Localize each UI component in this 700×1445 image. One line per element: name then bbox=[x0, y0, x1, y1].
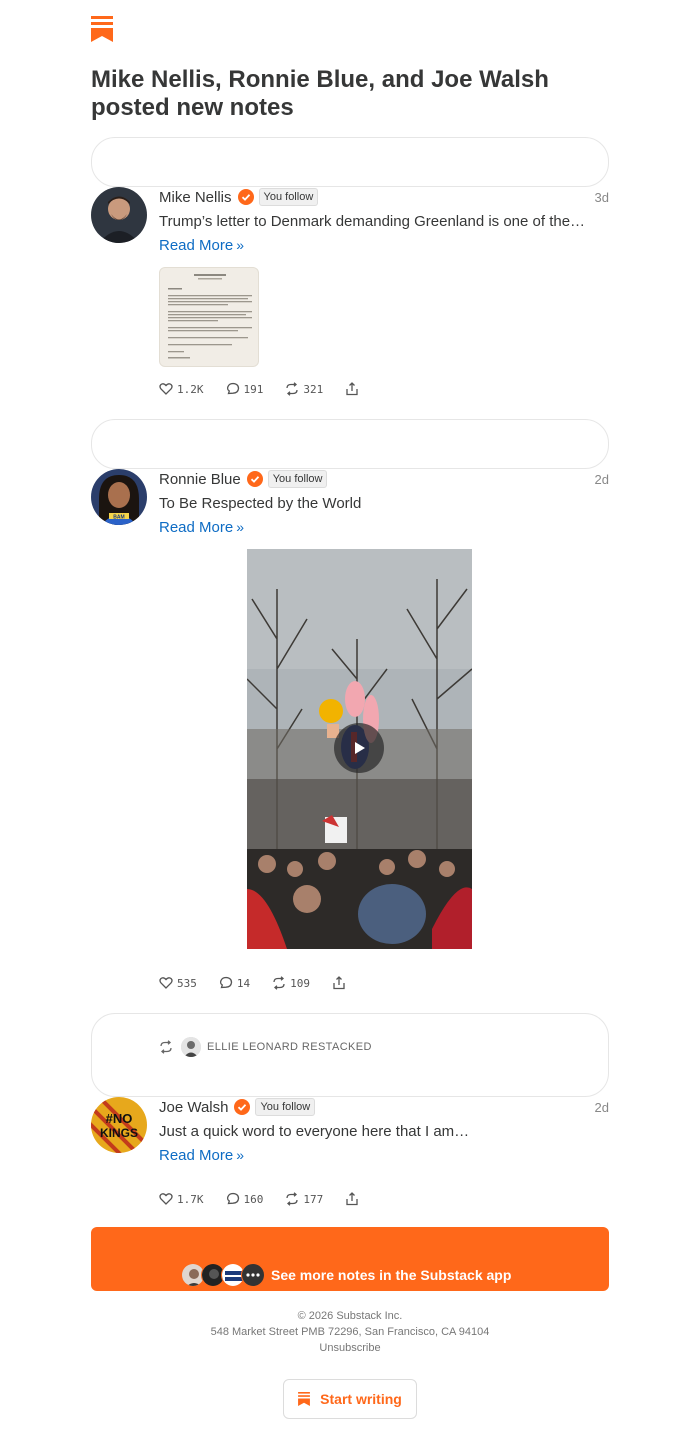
cta-content: See more notes in the Substack app bbox=[181, 1263, 511, 1287]
double-chevron-right-icon: » bbox=[236, 237, 244, 253]
read-more-label: Read More bbox=[159, 519, 234, 536]
verified-check-icon bbox=[234, 1099, 251, 1115]
svg-text:KINGS: KINGS bbox=[100, 1126, 138, 1140]
follow-badge: You follow bbox=[255, 1098, 316, 1116]
avatar-mike-nellis[interactable] bbox=[91, 187, 147, 243]
avatar-ronnie-blue[interactable]: BAM bbox=[91, 469, 147, 525]
comment-count: 14 bbox=[236, 976, 251, 990]
avatar-ellie-leonard[interactable] bbox=[181, 1037, 201, 1057]
svg-text:#NO: #NO bbox=[106, 1111, 133, 1126]
start-writing-button[interactable]: Start writing bbox=[283, 1379, 417, 1419]
footer-copyright: © 2026 Substack Inc. bbox=[297, 1310, 403, 1322]
video-thumbnail[interactable] bbox=[247, 549, 472, 949]
restack-button[interactable]: 109 bbox=[272, 976, 310, 990]
like-button[interactable]: 1.7K bbox=[159, 1192, 204, 1206]
note-actions: 1.7K 160 177 bbox=[159, 1192, 385, 1206]
like-count: 1.7K bbox=[177, 1192, 204, 1206]
footer-address: 548 Market Street PMB 72296, San Francis… bbox=[210, 1326, 490, 1338]
letter-document-thumbnail[interactable] bbox=[159, 267, 259, 367]
restack-icon bbox=[286, 1192, 299, 1206]
comment-button[interactable]: 191 bbox=[226, 382, 264, 396]
share-icon bbox=[333, 976, 345, 990]
substack-logo-icon bbox=[91, 16, 113, 42]
comment-icon bbox=[226, 1192, 239, 1205]
like-button[interactable]: 535 bbox=[159, 976, 197, 990]
note-actions: 1.2K 191 321 bbox=[159, 382, 385, 396]
see-more-notes-banner[interactable]: See more notes in the Substack app bbox=[91, 1227, 609, 1291]
restack-icon bbox=[160, 1040, 172, 1054]
share-icon bbox=[346, 382, 358, 396]
restack-count: 177 bbox=[303, 1192, 324, 1206]
note-card-header bbox=[91, 419, 609, 469]
author-name[interactable]: Mike Nellis bbox=[159, 189, 232, 206]
restacked-by-label: ELLIE LEONARD RESTACKED bbox=[207, 1041, 372, 1053]
restacked-by-row: ELLIE LEONARD RESTACKED bbox=[159, 1037, 372, 1057]
svg-text:BAM: BAM bbox=[113, 515, 124, 521]
double-chevron-right-icon: » bbox=[236, 1147, 244, 1163]
note-author-row: Ronnie Blue You follow bbox=[159, 468, 328, 490]
more-avatars-icon bbox=[241, 1263, 265, 1287]
read-more-link[interactable]: Read More» bbox=[159, 1147, 244, 1164]
like-button[interactable]: 1.2K bbox=[159, 382, 204, 396]
verified-check-icon bbox=[246, 471, 263, 487]
share-button[interactable] bbox=[345, 382, 363, 396]
restack-icon bbox=[286, 382, 299, 396]
comment-icon bbox=[219, 976, 233, 989]
read-more-link[interactable]: Read More» bbox=[159, 237, 244, 254]
comment-count: 160 bbox=[243, 1192, 264, 1206]
read-more-link[interactable]: Read More» bbox=[159, 519, 244, 536]
read-more-label: Read More bbox=[159, 237, 234, 254]
follow-badge: You follow bbox=[258, 188, 319, 206]
heart-icon bbox=[159, 1193, 173, 1205]
play-button[interactable] bbox=[334, 723, 384, 773]
verified-check-icon bbox=[237, 189, 254, 205]
heart-icon bbox=[159, 383, 173, 395]
restack-count: 109 bbox=[290, 976, 310, 990]
comment-count: 191 bbox=[243, 382, 264, 396]
double-chevron-right-icon: » bbox=[236, 519, 244, 535]
read-more-label: Read More bbox=[159, 1147, 234, 1164]
follow-badge: You follow bbox=[267, 470, 328, 488]
note-author-row: Joe Walsh You follow bbox=[159, 1096, 316, 1118]
substack-logo-icon bbox=[298, 1392, 311, 1406]
comment-button[interactable]: 160 bbox=[226, 1192, 264, 1206]
author-name[interactable]: Joe Walsh bbox=[159, 1099, 228, 1116]
start-writing-label: Start writing bbox=[320, 1391, 402, 1407]
share-button[interactable] bbox=[345, 1192, 363, 1206]
share-button[interactable] bbox=[332, 976, 350, 990]
avatar-joe-walsh[interactable]: #NO KINGS bbox=[91, 1097, 147, 1153]
restack-button[interactable]: 177 bbox=[285, 1192, 323, 1206]
like-count: 1.2K bbox=[177, 382, 204, 396]
note-card-header bbox=[91, 137, 609, 187]
restack-icon bbox=[273, 976, 285, 990]
note-author-row: Mike Nellis You follow bbox=[159, 186, 319, 208]
note-text: Just a quick word to everyone here that … bbox=[159, 1123, 470, 1140]
share-icon bbox=[346, 1192, 358, 1206]
author-name[interactable]: Ronnie Blue bbox=[159, 471, 241, 488]
heart-icon bbox=[159, 977, 173, 989]
note-text: Trump’s letter to Denmark demanding Gree… bbox=[159, 213, 586, 230]
comment-icon bbox=[226, 382, 239, 395]
restack-count: 321 bbox=[303, 382, 324, 396]
note-text: To Be Respected by the World bbox=[159, 495, 362, 512]
comment-button[interactable]: 14 bbox=[219, 976, 250, 990]
note-timestamp: 3d bbox=[594, 190, 609, 205]
see-more-notes-label: See more notes in the Substack app bbox=[271, 1267, 512, 1283]
note-timestamp: 2d bbox=[594, 472, 609, 487]
like-count: 535 bbox=[177, 976, 197, 990]
unsubscribe-link[interactable]: Unsubscribe bbox=[0, 1340, 700, 1356]
note-actions: 535 14 109 bbox=[159, 976, 372, 990]
play-icon bbox=[355, 742, 365, 754]
page-title: Mike Nellis, Ronnie Blue, and Joe Walsh … bbox=[91, 66, 549, 121]
restack-button[interactable]: 321 bbox=[285, 382, 323, 396]
note-timestamp: 2d bbox=[594, 1100, 609, 1115]
